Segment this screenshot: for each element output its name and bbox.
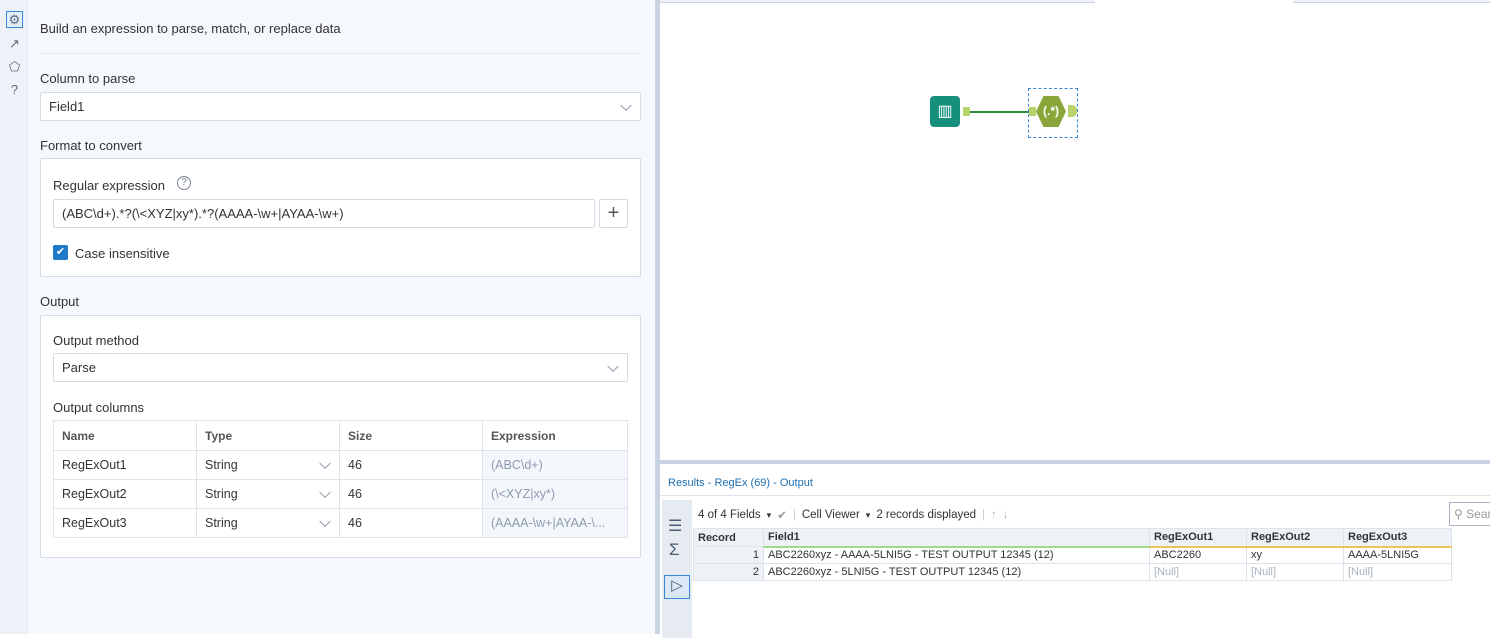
config-panel: Build an expression to parse, match, or …	[28, 0, 655, 634]
name-cell[interactable]: RegExOut3	[53, 508, 197, 538]
type-select[interactable]: String	[196, 508, 340, 538]
regex-value: (ABC\d+).*?(\<XYZ|xy*).*?(AAAA-\w+|AYAA-…	[62, 206, 344, 221]
results-header: Results - RegEx (69) - Output	[660, 466, 1490, 496]
header-regexout3[interactable]: RegExOut3	[1343, 528, 1452, 548]
type-select[interactable]: String	[196, 450, 340, 480]
output-section: Output method Parse Output columns Name T…	[40, 315, 641, 558]
apply-check-icon[interactable]: ✔	[777, 508, 787, 522]
column-to-parse-label: Column to parse	[40, 71, 136, 86]
chevron-down-icon	[319, 486, 331, 499]
divider	[40, 53, 640, 54]
output-anchor[interactable]	[963, 107, 970, 116]
description: Build an expression to parse, match, or …	[40, 21, 341, 36]
records-count: 2 records displayed	[876, 509, 977, 521]
header-row: Record Field1 RegExOut1 RegExOut2 RegExO…	[693, 528, 1452, 548]
header-name: Name	[53, 420, 197, 451]
input-anchor[interactable]	[1029, 107, 1036, 116]
case-insensitive-label: Case insensitive	[75, 246, 170, 261]
column-to-parse-select[interactable]: Field1	[40, 92, 641, 121]
connection-line	[970, 111, 1032, 113]
case-insensitive-checkbox[interactable]: ✔	[53, 245, 68, 260]
expression-cell: (ABC\d+)	[482, 450, 628, 480]
connection-icon[interactable]: ↗	[6, 35, 23, 52]
format-label: Format to convert	[40, 138, 142, 153]
header-regexout1[interactable]: RegExOut1	[1149, 528, 1247, 548]
chevron-down-icon: ▾	[766, 509, 772, 520]
tab-strip	[965, 0, 1095, 3]
cell[interactable]: xy	[1246, 546, 1344, 564]
tab-strip	[660, 0, 965, 3]
header-size: Size	[339, 420, 483, 451]
cell[interactable]: ABC2260xyz - AAAA-5LNI5G - TEST OUTPUT 1…	[763, 546, 1150, 564]
format-section: Regular expression ? (ABC\d+).*?(\<XYZ|x…	[40, 158, 641, 277]
header-field1[interactable]: Field1	[763, 528, 1150, 548]
output-method-select[interactable]: Parse	[53, 353, 628, 382]
chevron-down-icon: ▾	[865, 509, 871, 520]
tag-icon[interactable]: ⬠	[6, 58, 23, 75]
help-icon[interactable]: ?	[177, 176, 191, 190]
search-input[interactable]: ⚲ Search	[1449, 502, 1490, 526]
results-sidebar: ☰ Σ ▷	[662, 500, 692, 638]
output-label: Output	[40, 294, 80, 309]
header-record[interactable]: Record	[693, 528, 764, 547]
cell[interactable]: [Null]	[1343, 563, 1452, 581]
table-view-icon[interactable]: ☰	[668, 516, 682, 536]
method-value: Parse	[62, 360, 96, 375]
record-number[interactable]: 2	[693, 563, 764, 581]
size-cell[interactable]: 46	[339, 450, 483, 480]
chevron-down-icon	[319, 515, 331, 528]
output-method-label: Output method	[53, 333, 139, 348]
results-panel: Results - RegEx (69) - Output ☰ Σ ▷ 4 of…	[660, 460, 1490, 638]
record-number[interactable]: 1	[693, 546, 764, 564]
results-toolbar: 4 of 4 Fields ▾ ✔ | Cell Viewer ▾ 2 records…	[698, 508, 1009, 522]
cell-viewer-dropdown[interactable]: Cell Viewer	[802, 509, 860, 521]
output-anchor[interactable]	[1068, 105, 1077, 117]
input-data-tool[interactable]: ▥	[930, 96, 960, 127]
cell[interactable]: [Null]	[1246, 563, 1344, 581]
table-row: 1 ABC2260xyz - AAAA-5LNI5G - TEST OUTPUT…	[693, 546, 1452, 564]
tool-config-sidebar: ⚙ ↗ ⬠ ?	[0, 0, 28, 634]
cell[interactable]: [Null]	[1149, 563, 1247, 581]
cell[interactable]: ABC2260	[1149, 546, 1247, 564]
chevron-down-icon	[620, 99, 632, 111]
size-cell[interactable]: 46	[339, 479, 483, 509]
add-expression-button[interactable]: +	[599, 199, 628, 228]
header-type: Type	[196, 420, 340, 451]
table-row: RegExOut1 String 46 (ABC\d+)	[53, 450, 628, 480]
name-cell[interactable]: RegExOut2	[53, 479, 197, 509]
search-icon: ⚲	[1454, 507, 1463, 521]
help-icon[interactable]: ?	[6, 81, 23, 98]
output-columns-label: Output columns	[53, 400, 145, 415]
regex-label: Regular expression	[53, 178, 166, 193]
name-cell[interactable]: RegExOut1	[53, 450, 197, 480]
output-columns-table: Name Type Size Expression RegExOut1 String 46…	[53, 420, 628, 538]
workflow-canvas[interactable]: ▥ (.*)	[660, 0, 1490, 460]
summary-icon[interactable]: Σ	[669, 540, 680, 560]
cell[interactable]: ABC2260xyz - 5LNI5G - TEST OUTPUT 12345 …	[763, 563, 1150, 581]
chevron-down-icon	[607, 360, 619, 372]
table-row: 2 ABC2260xyz - 5LNI5G - TEST OUTPUT 1234…	[693, 563, 1452, 581]
chevron-down-icon	[319, 457, 331, 470]
table-row: RegExOut3 String 46 (AAAA-\w+|AYAA-\...	[53, 508, 628, 538]
arrow-down-icon[interactable]: ↓	[1003, 509, 1009, 521]
header-expression: Expression	[482, 420, 628, 451]
expression-cell: (AAAA-\w+|AYAA-\...	[482, 508, 628, 538]
arrow-up-icon[interactable]: ↑	[991, 509, 997, 521]
table-row: RegExOut2 String 46 (\<XYZ|xy*)	[53, 479, 628, 509]
gear-icon[interactable]: ⚙	[6, 11, 23, 28]
regex-input[interactable]: (ABC\d+).*?(\<XYZ|xy*).*?(AAAA-\w+|AYAA-…	[53, 199, 595, 228]
type-select[interactable]: String	[196, 479, 340, 509]
size-cell[interactable]: 46	[339, 508, 483, 538]
cell[interactable]: AAAA-5LNI5G	[1343, 546, 1452, 564]
column-value: Field1	[49, 99, 85, 114]
header-regexout2[interactable]: RegExOut2	[1246, 528, 1344, 548]
fields-dropdown[interactable]: 4 of 4 Fields	[698, 509, 761, 521]
results-title: Results - RegEx (69) - Output	[668, 477, 813, 489]
expression-cell: (\<XYZ|xy*)	[482, 479, 628, 509]
results-table: Record Field1 RegExOut1 RegExOut2 RegExO…	[693, 528, 1452, 581]
tag-view-icon[interactable]: ▷	[664, 575, 690, 599]
tab-strip	[1293, 0, 1490, 3]
